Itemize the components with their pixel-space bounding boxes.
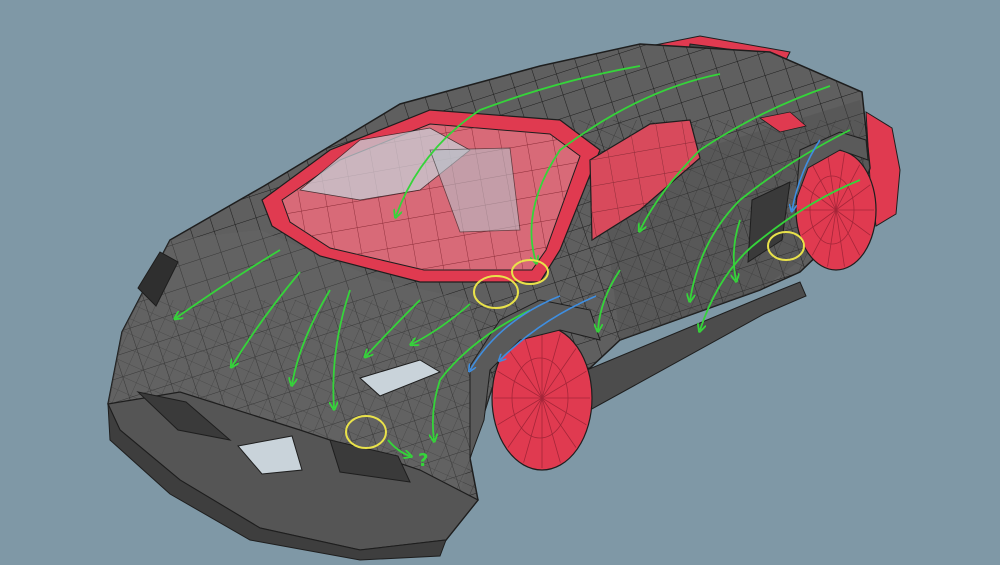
question-mark: ? (418, 450, 428, 471)
3d-viewport[interactable]: ? (0, 0, 1000, 565)
car-scene: ? (0, 0, 1000, 565)
